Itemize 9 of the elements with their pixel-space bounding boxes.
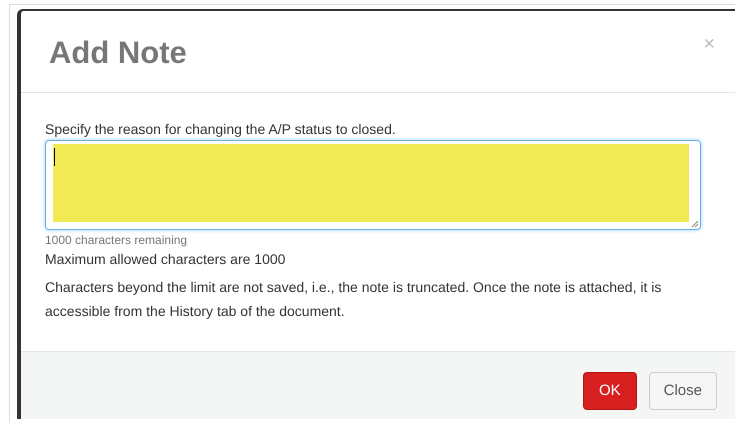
info-text: Characters beyond the limit are not saved, i.e., the note is truncated. Once the note is attached, it is accessible from the History tab of the document. <box>45 278 662 321</box>
remaining-count: 1000 characters remaining <box>45 233 188 248</box>
maximum-text: Maximum allowed characters are 1000 <box>45 250 286 268</box>
close-button[interactable]: Close <box>648 372 717 410</box>
prompt-text: Specify the reason for changing the A/P status to closed. <box>45 120 397 138</box>
dialog-title: Add Note <box>49 37 187 68</box>
ok-button[interactable]: OK <box>582 372 637 410</box>
resize-grip-icon[interactable] <box>691 220 699 228</box>
note-field[interactable] <box>45 140 701 230</box>
